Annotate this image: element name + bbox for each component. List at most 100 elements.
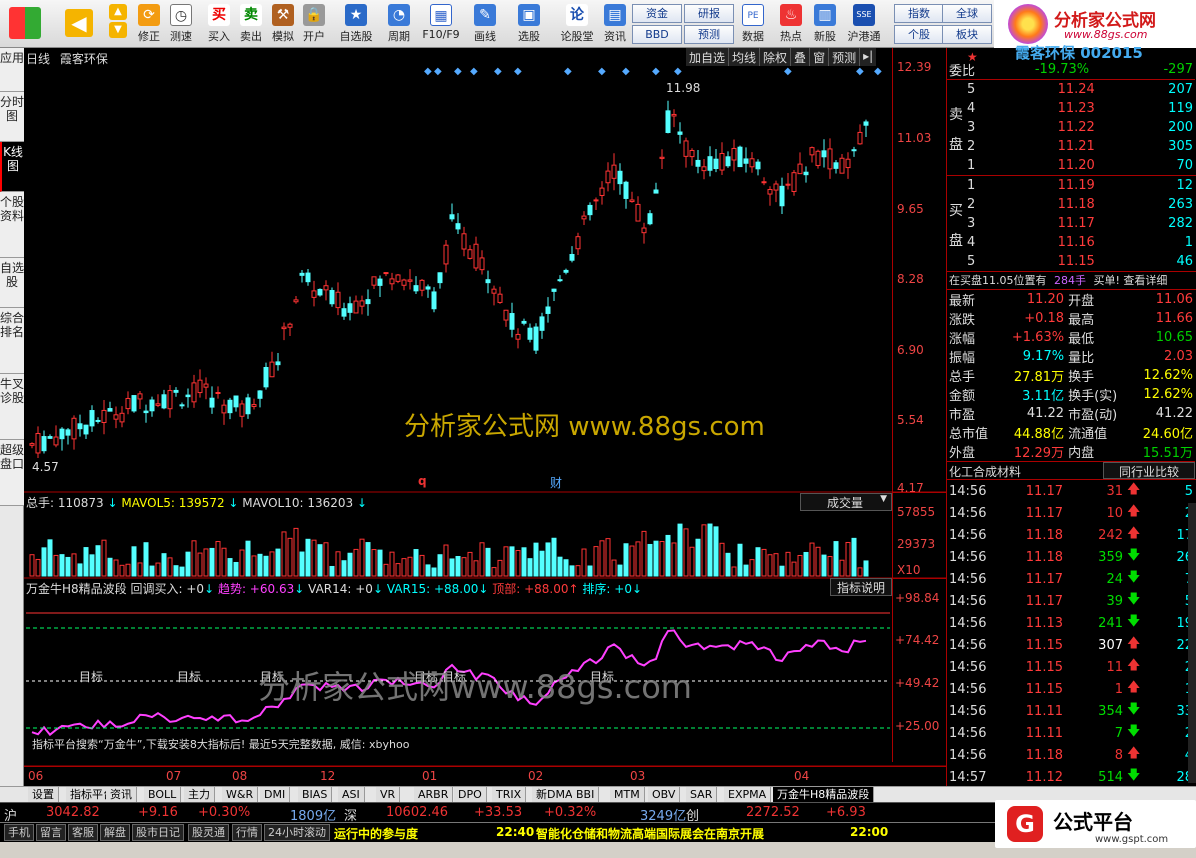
status-button[interactable]: 股市日记 (132, 824, 184, 841)
volume-bar (677, 523, 683, 577)
small-button-4[interactable]: 指数 (894, 4, 944, 23)
indicator-tab[interactable]: BOLL (144, 787, 182, 802)
cy-value[interactable]: 2272.52 (746, 805, 800, 820)
sector-name[interactable]: 化工合成材料 (949, 463, 1021, 480)
star-icon[interactable]: ★ (967, 50, 978, 64)
sell-level[interactable]: 4 11.23 119 (947, 99, 1195, 118)
sidetab-apps[interactable]: 应用 (0, 48, 24, 92)
toolbar-button-4[interactable]: ⚒ 模拟 (268, 3, 298, 45)
indicator-tab[interactable]: BBI (572, 787, 600, 802)
sz-value[interactable]: 10602.46 (386, 805, 448, 820)
indicator-tab[interactable]: ASI (338, 787, 365, 802)
sidetab-diagnosis[interactable]: 牛叉诊股 (0, 374, 24, 440)
status-button[interactable]: 24小时滚动 (264, 824, 330, 841)
buy-level[interactable]: 2 11.18 263 (947, 195, 1195, 214)
toolbar-button-12[interactable]: ▤ 资讯 (600, 3, 630, 45)
toolbar-button-7[interactable]: ◔ 周期 (384, 3, 414, 45)
sidetab-orderbook[interactable]: 超级盘口 (0, 440, 24, 506)
back-button[interactable]: ◀ (62, 3, 96, 45)
buy-level[interactable]: 4 11.16 1 (947, 233, 1195, 252)
sell-level[interactable]: 3 11.22 200 (947, 118, 1195, 137)
kline-chart-area[interactable]: ◆ ◆ ◆ ◆ ◆ ◆ ◆ ◆ ◆ ◆ ◆ ◆ ◆ ◆ 日线 霞客环保 加自选 均线 除权 叠 窗 预测 … (24, 48, 946, 786)
quote-scrollbar[interactable] (1188, 503, 1196, 783)
small-button-5[interactable]: 个股 (894, 25, 944, 44)
sidetab-watchlist[interactable]: 自选股 (0, 258, 24, 308)
small-button-6[interactable]: 全球 (942, 4, 992, 23)
sh-value[interactable]: 3042.82 (46, 805, 100, 820)
indicator-tab[interactable]: W&R (222, 787, 259, 802)
toolbar-button-5[interactable]: 🔒 开户 (299, 3, 329, 45)
buy-level[interactable]: 3 11.17 282 (947, 214, 1195, 233)
status-button[interactable]: 客服 (68, 824, 98, 841)
toolbar-button-10[interactable]: ▣ 选股 (514, 3, 544, 45)
buy-level[interactable]: 1 11.19 12 (947, 176, 1195, 195)
expand-arrow-icon[interactable]: ▸| (860, 48, 876, 66)
buy-level[interactable]: 5 11.15 46 (947, 252, 1195, 271)
toolbar-button-11[interactable]: 论论股堂 (558, 3, 596, 45)
indicator-help-button[interactable]: 指标说明 (830, 578, 892, 596)
toolbar-button-2[interactable]: 买买入 (204, 3, 234, 45)
volume-indicator-dropdown[interactable]: 成交量 ▼ (800, 493, 892, 511)
toolbar-button-0[interactable]: ⟳ 修正 (134, 3, 164, 45)
add-watch-button[interactable]: 加自选 (686, 48, 730, 66)
indicator-tab[interactable]: EXPMA (724, 787, 772, 802)
news-text[interactable]: 智能化仓储和物流高端国际展会在南京开展 (536, 825, 764, 842)
sidetab-ranking[interactable]: 综合排名 (0, 308, 24, 374)
toolbar-button-6[interactable]: ★ 自选股 (336, 3, 376, 45)
toolbar-button-15[interactable]: ▥ 新股 (810, 3, 840, 45)
window-button[interactable]: 窗 (810, 48, 830, 66)
small-button-2[interactable]: 研报 (684, 4, 734, 23)
exright-button[interactable]: 除权 (760, 48, 792, 66)
indicator-tab[interactable]: 主力 (184, 787, 215, 802)
small-button-1[interactable]: BBD (632, 25, 682, 44)
sidetab-kline[interactable]: K线图 (0, 142, 24, 192)
indicator-tab[interactable]: MTM (610, 787, 645, 802)
big-order-notice[interactable]: 在买盘11.05位置有 284手 买单! 查看详细 (947, 272, 1196, 290)
sidetab-timeline[interactable]: 分时图 (0, 92, 24, 142)
indicator-tab[interactable]: VR (376, 787, 401, 802)
sidetab-profile[interactable]: 个股资料 (0, 192, 24, 258)
event-marker[interactable]: q (418, 474, 427, 488)
sell-level[interactable]: 5 11.24 207 (947, 80, 1195, 99)
indicator-tab[interactable]: 新DMA (532, 787, 578, 802)
overlay-button[interactable]: 叠 (791, 48, 811, 66)
status-button[interactable]: 股灵通 (188, 824, 229, 841)
toolbar-button-14[interactable]: ♨ 热点 (776, 3, 806, 45)
indicator-tab[interactable]: DMI (260, 787, 291, 802)
toolbar-button-13[interactable]: PE 数据 (738, 3, 768, 45)
toolbar-button-16[interactable]: SSE 沪港通 (844, 3, 884, 45)
indicator-tab[interactable]: TRIX (492, 787, 527, 802)
indicator-tab[interactable]: 资讯 (106, 787, 137, 802)
volume-bar (275, 548, 281, 577)
toolbar-button-8[interactable]: ▦ F10/F9 (420, 3, 462, 45)
toolbar-button-1[interactable]: ◷ 测速 (166, 3, 196, 45)
toolbar-button-9[interactable]: ✎ 画线 (470, 3, 500, 45)
tick-time: 14:56 (949, 703, 987, 719)
indicator-tab[interactable]: 设置 (28, 787, 59, 802)
indicator-tab[interactable]: SAR (686, 787, 718, 802)
sector-compare-button[interactable]: 同行业比较 (1103, 462, 1195, 479)
status-button[interactable]: 手机 (4, 824, 34, 841)
sell-level[interactable]: 1 11.20 70 (947, 156, 1195, 175)
status-button[interactable]: 解盘 (100, 824, 130, 841)
forecast-button[interactable]: 预测 (829, 48, 861, 66)
finance-marker[interactable]: 财 (550, 474, 562, 491)
status-button[interactable]: 留言 (36, 824, 66, 841)
indicator-tab[interactable]: 万金牛H8精品波段 (773, 787, 875, 802)
small-button-3[interactable]: 预测 (684, 25, 734, 44)
sell-level[interactable]: 2 11.21 305 (947, 137, 1195, 156)
arrow-up-icon: 🡅 (1127, 636, 1141, 651)
status-button[interactable]: 行情 (232, 824, 262, 841)
candle-body (377, 278, 383, 286)
ma-button[interactable]: 均线 (729, 48, 761, 66)
indicator-tab[interactable]: DPO (454, 787, 487, 802)
indicator-tab[interactable]: ARBR (414, 787, 454, 802)
candle-body (239, 403, 245, 417)
small-button-0[interactable]: 资金 (632, 4, 682, 23)
toolbar-button-3[interactable]: 卖卖出 (236, 3, 266, 45)
indicator-tab[interactable]: OBV (648, 787, 681, 802)
tick-time: 14:56 (949, 615, 987, 631)
indicator-tab[interactable]: BIAS (298, 787, 333, 802)
page-up-button[interactable]: ▲ ▼ (106, 3, 130, 45)
home-button[interactable] (6, 3, 44, 45)
